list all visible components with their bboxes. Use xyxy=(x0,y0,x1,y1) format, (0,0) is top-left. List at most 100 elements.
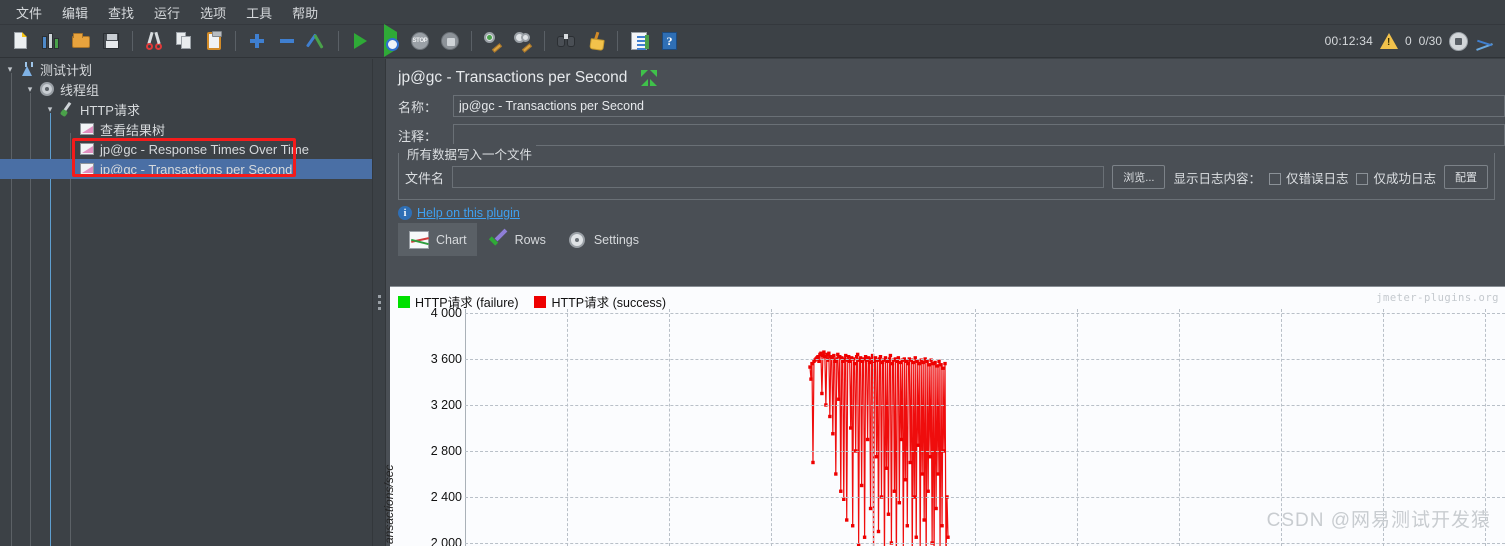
tree-item-1[interactable]: ▾ 线程组 xyxy=(0,79,372,99)
help-icon[interactable]: ? xyxy=(656,28,682,54)
chart-icon xyxy=(78,141,96,157)
cut-icon[interactable] xyxy=(141,28,167,54)
tree-item-2[interactable]: ▾ HTTP请求 xyxy=(0,99,372,119)
open-folder-icon[interactable] xyxy=(68,28,94,54)
stop-icon[interactable]: STOP xyxy=(407,28,433,54)
help-on-plugin-link[interactable]: Help on this plugin xyxy=(417,206,520,220)
y-tick-label: 3 600 xyxy=(430,352,462,366)
y-tick-label: 2 400 xyxy=(430,490,462,504)
grid-line-vertical xyxy=(567,309,568,546)
toolbar-divider xyxy=(132,31,133,51)
series-success-line xyxy=(808,350,950,546)
success-only-label: 仅成功日志 xyxy=(1373,171,1436,186)
expand-arrows-icon[interactable] xyxy=(641,70,658,86)
grid-line-horizontal xyxy=(465,313,1505,314)
errors-only-box[interactable] xyxy=(1268,173,1281,186)
y-tick-label: 3 200 xyxy=(430,398,462,412)
tree-item-label: jp@gc - Response Times Over Time xyxy=(100,141,309,157)
new-file-icon[interactable] xyxy=(8,28,34,54)
menu-item-help[interactable]: 帮助 xyxy=(282,0,328,25)
success-only-box[interactable] xyxy=(1356,173,1369,186)
chart-tab-icon xyxy=(408,229,430,251)
tree-item-4[interactable]: jp@gc - Response Times Over Time xyxy=(0,139,372,159)
grid-line-vertical xyxy=(1281,309,1282,546)
tree-twisty[interactable]: ▾ xyxy=(24,83,36,95)
tree-item-3[interactable]: 查看结果树 xyxy=(0,119,372,139)
test-plan-tree[interactable]: ▾ 测试计划 ▾ 线程组 ▾ HTTP请求 查看结果树 jp@gc - Response Ti… xyxy=(0,59,372,546)
tree-twisty[interactable]: ▾ xyxy=(44,103,56,115)
splitter-grip[interactable] xyxy=(377,295,381,310)
name-row: 名称： xyxy=(386,95,1505,117)
toolbar-divider xyxy=(338,31,339,51)
menu-item-run[interactable]: 运行 xyxy=(144,0,190,25)
tree-item-label: 线程组 xyxy=(60,82,100,98)
tree-twisty[interactable]: ▾ xyxy=(4,63,16,75)
grid-line-vertical xyxy=(1077,309,1078,546)
help-row: i Help on this plugin xyxy=(386,200,1505,223)
pipette-icon xyxy=(58,101,76,117)
tab-rows-label: Rows xyxy=(514,232,546,247)
search-icon[interactable] xyxy=(553,28,579,54)
configure-button[interactable]: 配置 xyxy=(1444,165,1488,189)
menu-item-edit[interactable]: 编辑 xyxy=(52,0,98,25)
tab-rows[interactable]: Rows xyxy=(477,223,556,256)
toolbar-divider xyxy=(471,31,472,51)
menu-item-search[interactable]: 查找 xyxy=(98,0,144,25)
tree-rows-container: ▾ 测试计划 ▾ 线程组 ▾ HTTP请求 查看结果树 jp@gc - Response Ti… xyxy=(0,59,372,179)
shutdown-icon[interactable] xyxy=(437,28,463,54)
tab-chart[interactable]: Chart xyxy=(398,223,477,256)
templates-icon[interactable] xyxy=(38,28,64,54)
errors-only-checkbox[interactable]: 仅错误日志 xyxy=(1268,168,1348,187)
chart-status-icon[interactable] xyxy=(1475,32,1495,50)
tree-twisty[interactable] xyxy=(64,123,76,135)
tree-twisty[interactable] xyxy=(64,163,76,175)
copy-icon[interactable] xyxy=(171,28,197,54)
name-label: 名称： xyxy=(398,99,438,115)
paste-icon[interactable] xyxy=(201,28,227,54)
filename-label: 文件名 xyxy=(405,170,445,186)
y-tick-label: 2 000 xyxy=(430,536,462,546)
clear-all-icon[interactable] xyxy=(510,28,536,54)
chart-plot-area[interactable] xyxy=(465,309,1505,546)
tree-item-0[interactable]: ▾ 测试计划 xyxy=(0,59,372,79)
menu-bar: 文件 编辑 查找 运行 选项 工具 帮助 xyxy=(0,0,1505,25)
toolbar-divider xyxy=(617,31,618,51)
function-helper-icon[interactable] xyxy=(626,28,652,54)
jmeter-window: 文件 编辑 查找 运行 选项 工具 帮助 STOP ? 00:12:34 ! 0… xyxy=(0,0,1505,546)
grid-line-horizontal xyxy=(465,451,1505,452)
filename-input[interactable] xyxy=(452,166,1105,188)
info-icon: i xyxy=(398,206,412,220)
expand-all-icon[interactable] xyxy=(244,28,270,54)
warning-count: 0 xyxy=(1404,34,1412,48)
comment-input[interactable] xyxy=(453,124,1505,146)
refresh-icon[interactable] xyxy=(1449,31,1468,51)
grid-line-horizontal xyxy=(465,543,1505,544)
tree-guide-line xyxy=(70,133,71,546)
tps-chart[interactable]: HTTP请求 (failure) HTTP请求 (success) jmeter… xyxy=(382,286,1505,546)
save-icon[interactable] xyxy=(98,28,124,54)
name-input[interactable] xyxy=(453,95,1505,117)
menu-item-options[interactable]: 选项 xyxy=(190,0,236,25)
success-only-checkbox[interactable]: 仅成功日志 xyxy=(1356,168,1436,187)
collapse-all-icon[interactable] xyxy=(274,28,300,54)
menu-item-file[interactable]: 文件 xyxy=(6,0,52,25)
gear-tab-icon xyxy=(566,229,588,251)
menu-item-tools[interactable]: 工具 xyxy=(236,0,282,25)
active-threads-count: 0/30 xyxy=(1418,34,1442,48)
clear-icon[interactable] xyxy=(480,28,506,54)
log-display-label: 显示日志内容： xyxy=(1173,171,1261,186)
toolbar-divider xyxy=(235,31,236,51)
start-no-pauses-icon[interactable] xyxy=(377,24,403,57)
plugin-tabs: Chart Rows Settings xyxy=(398,223,1505,256)
chart-icon xyxy=(78,161,96,177)
tree-twisty[interactable] xyxy=(64,143,76,155)
tab-settings[interactable]: Settings xyxy=(556,223,649,256)
tree-item-5[interactable]: jp@gc - Transactions per Second xyxy=(0,159,372,179)
toggle-icon[interactable] xyxy=(304,28,330,54)
browse-button[interactable]: 浏览... xyxy=(1112,165,1166,189)
tree-item-label: 测试计划 xyxy=(40,62,93,78)
check-tab-icon xyxy=(487,229,509,251)
reset-search-icon[interactable] xyxy=(583,28,609,54)
start-icon[interactable] xyxy=(347,28,373,54)
warning-icon[interactable] xyxy=(1379,33,1398,49)
